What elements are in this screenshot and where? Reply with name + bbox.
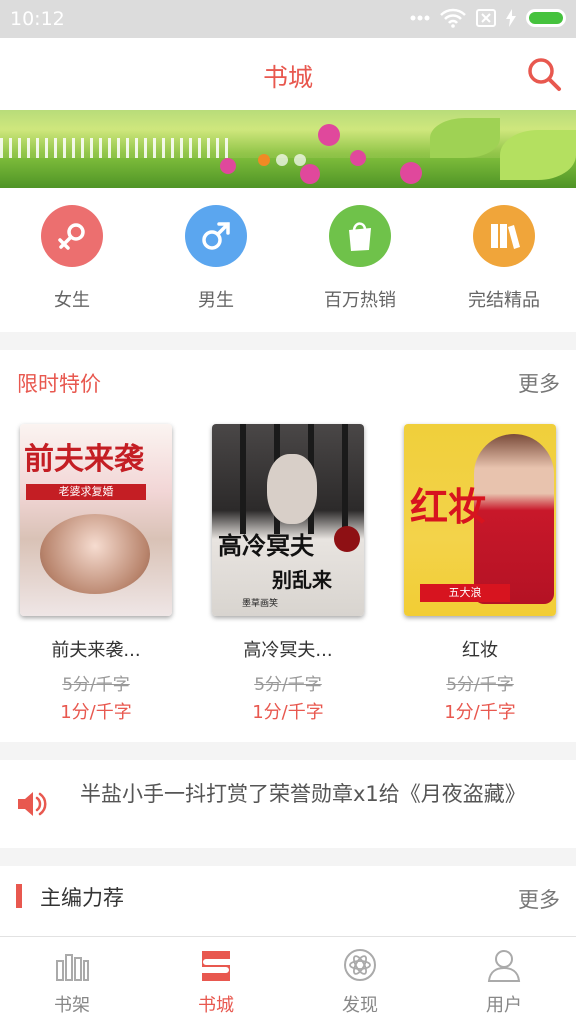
tab-user[interactable]: 用户 xyxy=(432,937,576,1024)
screen: 10:12 书城 女生 男生 百万热销 完结精品 限时特价 更多 前夫来袭 老婆… xyxy=(0,0,576,1024)
search-icon[interactable] xyxy=(526,56,562,92)
male-icon xyxy=(185,205,247,267)
status-bar: 10:12 xyxy=(0,0,576,38)
tab-label: 用户 xyxy=(486,995,522,1016)
tab-bookshelf[interactable]: 书架 xyxy=(0,937,144,1024)
cover-illustration xyxy=(40,514,150,594)
status-time: 10:12 xyxy=(10,8,65,30)
book-cover[interactable]: 红妆 五大浪 xyxy=(404,424,556,616)
category-female[interactable]: 女生 xyxy=(0,188,144,332)
charging-icon xyxy=(506,9,516,27)
no-sim-icon xyxy=(476,9,496,27)
book-cover[interactable]: 前夫来袭 老婆求复婚 xyxy=(20,424,172,616)
more-dots-icon xyxy=(410,15,430,21)
bottom-tab-bar: 书架 书城 发现 用户 xyxy=(0,936,576,1024)
cover-illustration xyxy=(334,526,360,552)
shopping-bag-icon xyxy=(329,205,391,267)
page-title: 书城 xyxy=(262,63,313,92)
sale-section: 限时特价 更多 前夫来袭 老婆求复婚 前夫来袭... 5分/千字 1分/千字 高… xyxy=(0,350,576,742)
book-title[interactable]: 前夫来袭... xyxy=(0,636,192,662)
tab-bookstore[interactable]: 书城 xyxy=(144,937,288,1024)
cover-title: 红妆 xyxy=(410,484,487,529)
tab-discover[interactable]: 发现 xyxy=(288,937,432,1024)
category-label: 男生 xyxy=(198,290,234,311)
banner-fence xyxy=(0,138,230,158)
banner-leaf xyxy=(430,118,500,158)
banner-dot[interactable] xyxy=(258,154,270,166)
discover-icon xyxy=(344,949,376,981)
book-original-price: 5分/千字 xyxy=(254,675,322,695)
sale-more-link[interactable]: 更多 xyxy=(518,368,560,398)
banner-leaf xyxy=(500,130,576,180)
top-bar: 书城 xyxy=(0,38,576,110)
category-label: 完结精品 xyxy=(468,290,540,311)
sale-header: 限时特价 更多 xyxy=(0,350,576,412)
cover-title: 前夫来袭 xyxy=(24,442,144,477)
cover-subtitle: 别乱来 xyxy=(272,568,332,592)
book-item[interactable]: 前夫来袭 老婆求复婚 前夫来袭... 5分/千字 1分/千字 xyxy=(0,424,192,734)
user-icon xyxy=(487,950,521,982)
book-original-price: 5分/千字 xyxy=(62,675,130,695)
books-icon xyxy=(473,205,535,267)
bookstore-icon xyxy=(202,951,230,981)
category-row: 女生 男生 百万热销 完结精品 xyxy=(0,188,576,332)
reward-notice[interactable]: 半盐小手一抖打赏了荣誉勋章x1给《月夜盗藏》 xyxy=(0,760,576,848)
book-sale-price: 1分/千字 xyxy=(60,702,132,723)
wifi-icon xyxy=(440,8,466,28)
book-cover[interactable]: 高冷冥夫 别乱来 墨草画笑 xyxy=(212,424,364,616)
category-completed[interactable]: 完结精品 xyxy=(432,188,576,332)
banner-flower xyxy=(318,124,340,146)
female-icon xyxy=(41,205,103,267)
cover-subtitle: 老婆求复婚 xyxy=(26,484,146,500)
cover-author: 墨草画笑 xyxy=(242,599,279,609)
editor-pick-title: 主编力荐 xyxy=(40,886,124,910)
speaker-icon xyxy=(18,792,47,816)
banner-dot[interactable] xyxy=(294,154,306,166)
editor-more-link[interactable]: 更多 xyxy=(518,884,560,914)
banner-flower xyxy=(220,158,236,174)
editor-pick-section: 主编力荐 更多 xyxy=(0,866,576,936)
book-sale-price: 1分/千字 xyxy=(252,702,324,723)
category-bestseller[interactable]: 百万热销 xyxy=(288,188,432,332)
category-label: 百万热销 xyxy=(324,290,396,311)
banner-flower xyxy=(400,162,422,184)
book-sale-price: 1分/千字 xyxy=(444,702,516,723)
tab-label: 发现 xyxy=(342,995,378,1016)
tab-label: 书架 xyxy=(54,995,90,1016)
banner-carousel[interactable] xyxy=(0,110,576,188)
category-male[interactable]: 男生 xyxy=(144,188,288,332)
book-title[interactable]: 高冷冥夫... xyxy=(192,636,384,662)
banner-pagination xyxy=(258,154,306,166)
book-title[interactable]: 红妆 xyxy=(384,636,576,662)
sale-book-list: 前夫来袭 老婆求复婚 前夫来袭... 5分/千字 1分/千字 高冷冥夫 别乱来 … xyxy=(0,424,576,734)
category-label: 女生 xyxy=(54,290,90,311)
banner-dot[interactable] xyxy=(276,154,288,166)
section-marker xyxy=(16,884,22,908)
cover-illustration xyxy=(267,454,317,524)
sale-title: 限时特价 xyxy=(17,372,101,396)
battery-level xyxy=(529,12,563,24)
banner-flower xyxy=(350,150,366,166)
banner-flower xyxy=(300,164,320,184)
status-icons xyxy=(410,8,566,28)
bookshelf-icon xyxy=(56,954,89,981)
tab-label: 书城 xyxy=(198,995,234,1016)
book-item[interactable]: 红妆 五大浪 红妆 5分/千字 1分/千字 xyxy=(384,424,576,734)
book-original-price: 5分/千字 xyxy=(446,675,514,695)
book-item[interactable]: 高冷冥夫 别乱来 墨草画笑 高冷冥夫... 5分/千字 1分/千字 xyxy=(192,424,384,734)
cover-title: 高冷冥夫 xyxy=(218,531,314,560)
notice-text: 半盐小手一抖打赏了荣誉勋章x1给《月夜盗藏》 xyxy=(80,782,526,806)
cover-author: 五大浪 xyxy=(420,584,510,602)
battery-icon xyxy=(526,9,566,27)
